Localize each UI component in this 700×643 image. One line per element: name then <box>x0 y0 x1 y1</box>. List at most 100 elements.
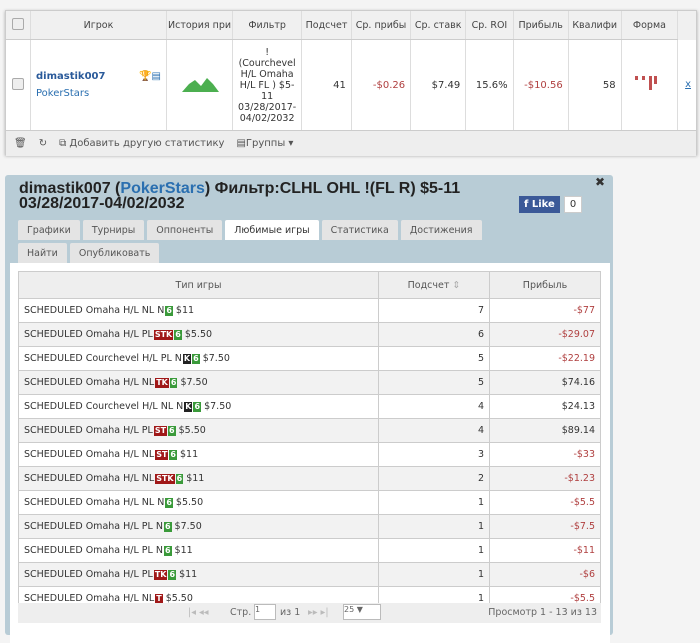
tab[interactable]: Найти <box>18 243 67 263</box>
table-row[interactable]: SCHEDULED Omaha H/L PL ST 6 $5.50 4 $89.14 <box>18 418 601 443</box>
player-window: dimastik007 (PokerStars) Фильтр:CLHL OHL… <box>5 175 613 643</box>
col-header[interactable]: Подсчет <box>301 11 352 40</box>
history-sparkline <box>166 39 234 130</box>
game-type: SCHEDULED Omaha H/L NL ST 6 $11 <box>18 442 379 467</box>
game-type: SCHEDULED Omaha H/L PL STK 6 $5.50 <box>18 322 379 347</box>
table-row[interactable]: SCHEDULED Omaha H/L NL N6 $5.50 1 -$5.5 <box>18 490 601 515</box>
game-profit: $74.16 <box>489 370 601 395</box>
game-type: SCHEDULED Courchevel H/L PL NK6 $7.50 <box>18 346 379 371</box>
col-header[interactable]: Квалифи <box>568 11 622 40</box>
page-input[interactable]: 1 <box>254 604 276 620</box>
game-count: 1 <box>378 490 490 515</box>
game-profit: $89.14 <box>489 418 601 443</box>
col-header[interactable]: Ср. ставк <box>410 11 467 40</box>
game-badge: 6 <box>168 570 177 580</box>
game-badge: 6 <box>174 330 182 340</box>
facebook-like-button[interactable]: f Like <box>519 196 560 213</box>
tab[interactable]: Любимые игры <box>225 220 319 240</box>
tab[interactable]: Оппоненты <box>147 220 223 240</box>
col-header[interactable]: Ср. прибы <box>351 11 412 40</box>
tab[interactable]: Графики <box>18 220 80 240</box>
tab[interactable]: Статистика <box>321 220 398 240</box>
game-count: 1 <box>378 538 490 563</box>
game-badge: STK <box>155 474 175 484</box>
count: 41 <box>301 39 352 130</box>
game-badge: ST <box>153 426 168 436</box>
game-type: SCHEDULED Omaha H/L PL TK 6 $11 <box>18 562 379 587</box>
table-row[interactable]: SCHEDULED Omaha H/L PL N6 $7.50 1 -$7.5 <box>18 514 601 539</box>
close-icon[interactable]: ✖ <box>595 175 605 189</box>
col-header[interactable]: Фильтр <box>232 11 303 40</box>
game-type: SCHEDULED Omaha H/L PL N6 $7.50 <box>18 514 379 539</box>
table-row[interactable]: SCHEDULED Omaha H/L NL ST 6 $11 3 -$33 <box>18 442 601 467</box>
col-count[interactable]: Подсчет ⇕ <box>378 271 490 299</box>
game-profit: -$1.23 <box>489 466 601 491</box>
remove-link[interactable]: x <box>685 79 691 90</box>
game-badge: TK <box>155 378 169 388</box>
player-site[interactable]: PokerStars <box>36 88 161 99</box>
groups-dropdown[interactable]: ▤Группы ▾ <box>236 138 293 149</box>
avg-stake: $7.49 <box>410 39 467 130</box>
table-row[interactable]: SCHEDULED Omaha H/L NL STK 6 $11 2 -$1.23 <box>18 466 601 491</box>
table-row[interactable]: SCHEDULED Omaha H/L NL TK 6 $7.50 5 $74.16 <box>18 370 601 395</box>
table-row[interactable]: SCHEDULED Courchevel H/L PL NK6 $7.50 5 -$… <box>18 346 601 371</box>
next-last-icon[interactable]: ▸▸ ▸| <box>308 607 329 618</box>
game-type: SCHEDULED Omaha H/L NL TK 6 $7.50 <box>18 370 379 395</box>
player-name[interactable]: dimastik007 <box>36 71 105 82</box>
game-count: 5 <box>378 370 490 395</box>
table-row[interactable]: SCHEDULED Courchevel H/L NL NK6 $7.50 4 $2… <box>18 394 601 419</box>
game-profit: -$29.07 <box>489 322 601 347</box>
table-row[interactable]: SCHEDULED Omaha H/L PL STK 6 $5.50 6 -$29.07 <box>18 322 601 347</box>
game-badge: K <box>182 354 192 364</box>
groups-label: Группы <box>245 138 286 149</box>
game-type: SCHEDULED Omaha H/L NL N6 $5.50 <box>18 490 379 515</box>
col-profit[interactable]: Прибыль <box>489 271 601 299</box>
table-row[interactable]: SCHEDULED Omaha H/L PL N6 $11 1 -$11 <box>18 538 601 563</box>
first-prev-icon[interactable]: |◂ ◂◂ <box>188 607 209 618</box>
tab[interactable]: Достижения <box>400 220 482 240</box>
col-header[interactable]: История при <box>166 11 234 40</box>
add-stat-label: Добавить другую статистику <box>69 138 225 149</box>
col-header[interactable]: Форма <box>621 11 679 40</box>
export-icon[interactable]: 🏆▤ <box>139 71 161 82</box>
select-all-checkbox[interactable] <box>6 11 31 40</box>
game-badge: K <box>184 402 193 412</box>
window-title: dimastik007 (PokerStars) Фильтр:CLHL OHL… <box>19 180 461 212</box>
stats-panel: Игрок История при Фильтр Подсчет Ср. прибы Ср… <box>5 10 697 156</box>
game-profit: $24.13 <box>489 394 601 419</box>
sort-icon: ⇕ <box>452 279 461 291</box>
qualification: 58 <box>568 39 622 130</box>
add-stat-button[interactable]: ⧉ Добавить другую статистику <box>59 138 224 149</box>
game-profit: -$22.19 <box>489 346 601 371</box>
game-type: SCHEDULED Omaha H/L PL ST 6 $5.50 <box>18 418 379 443</box>
col-header[interactable]: Прибыль <box>513 11 569 40</box>
avg-profit: -$0.26 <box>351 39 412 130</box>
game-badge: 6 <box>163 546 172 556</box>
tab[interactable]: Опубликовать <box>69 243 160 263</box>
game-count: 3 <box>378 442 490 467</box>
game-badge: 6 <box>165 306 173 316</box>
game-badge: ST <box>155 450 169 460</box>
col-game-type[interactable]: Тип игры <box>18 271 379 299</box>
game-badge: 6 <box>169 450 177 460</box>
game-count: 4 <box>378 418 490 443</box>
tab[interactable]: Турниры <box>82 220 145 240</box>
game-count: 1 <box>378 514 490 539</box>
col-header[interactable]: Игрок <box>30 11 167 40</box>
game-type: SCHEDULED Omaha H/L NL STK 6 $11 <box>18 466 379 491</box>
roi: 15.6% <box>465 39 514 130</box>
col-header[interactable]: Ср. ROI <box>465 11 514 40</box>
refresh-icon[interactable]: ↻ <box>39 138 47 149</box>
game-badge: 6 <box>192 354 200 364</box>
game-type: SCHEDULED Courchevel H/L NL NK6 $7.50 <box>18 394 379 419</box>
per-page-select[interactable]: 25 ▼ <box>343 604 381 620</box>
game-badge: 6 <box>163 522 172 532</box>
trash-icon[interactable]: 🗑 <box>14 138 27 149</box>
like-count: 0 <box>563 196 583 213</box>
table-row[interactable]: SCHEDULED Omaha H/L PL TK 6 $11 1 -$6 <box>18 562 601 587</box>
table-row[interactable]: SCHEDULED Omaha H/L NL N6 $11 7 -$77 <box>18 298 601 323</box>
game-count: 6 <box>378 322 490 347</box>
game-count: 1 <box>378 562 490 587</box>
row-checkbox[interactable] <box>12 77 24 90</box>
pager-summary: Просмотр 1 - 13 из 13 <box>488 607 597 618</box>
